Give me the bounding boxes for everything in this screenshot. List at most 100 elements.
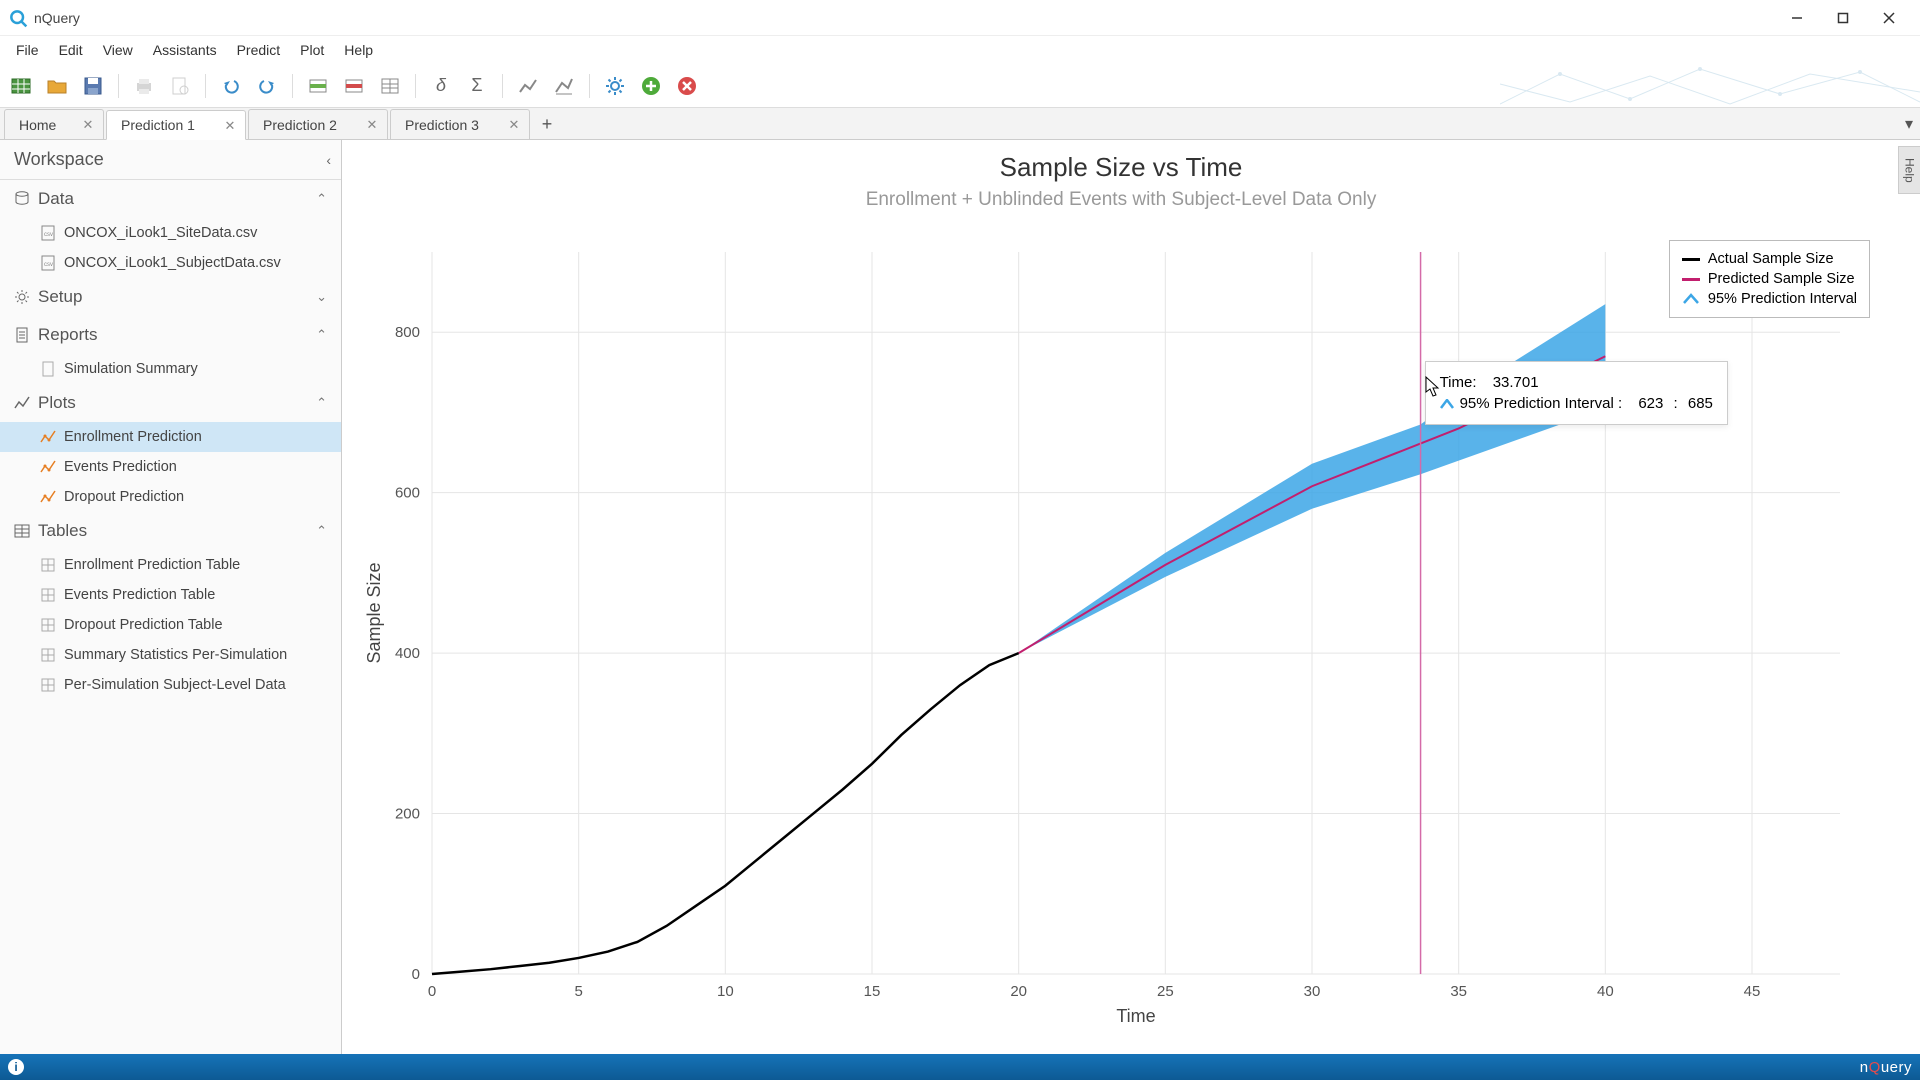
close-icon[interactable]: ✕ bbox=[365, 118, 379, 132]
svg-text:5: 5 bbox=[574, 983, 582, 1000]
item-label: Enrollment Prediction Table bbox=[64, 557, 240, 573]
chevron-down-icon: ⌄ bbox=[316, 289, 327, 305]
delete-row-button[interactable] bbox=[339, 71, 369, 101]
svg-text:15: 15 bbox=[864, 983, 881, 1000]
grid-icon bbox=[40, 557, 56, 573]
tab-prediction-1[interactable]: Prediction 1✕ bbox=[106, 110, 246, 140]
csv-file-icon: csv bbox=[40, 225, 56, 241]
menu-plot[interactable]: Plot bbox=[290, 38, 334, 62]
svg-text:10: 10 bbox=[717, 983, 734, 1000]
menu-bar: File Edit View Assistants Predict Plot H… bbox=[0, 36, 1920, 64]
insert-row-button[interactable] bbox=[303, 71, 333, 101]
section-label: Tables bbox=[38, 521, 87, 541]
maximize-button[interactable] bbox=[1820, 0, 1866, 36]
plot-button-1[interactable] bbox=[513, 71, 543, 101]
info-icon[interactable]: i bbox=[8, 1059, 24, 1075]
menu-file[interactable]: File bbox=[6, 38, 49, 62]
menu-assistants[interactable]: Assistants bbox=[143, 38, 227, 62]
tab-prediction-3[interactable]: Prediction 3✕ bbox=[390, 109, 530, 139]
menu-edit[interactable]: Edit bbox=[49, 38, 93, 62]
page-icon bbox=[40, 361, 56, 377]
stddev-button[interactable]: δ bbox=[426, 71, 456, 101]
svg-text:Sample Size: Sample Size bbox=[364, 562, 384, 663]
toolbar-decoration bbox=[1500, 64, 1920, 108]
section-plots[interactable]: Plots ⌃ bbox=[0, 384, 341, 422]
grid-icon bbox=[40, 647, 56, 663]
section-tables[interactable]: Tables ⌃ bbox=[0, 512, 341, 550]
svg-text:200: 200 bbox=[395, 806, 420, 823]
redo-button[interactable] bbox=[252, 71, 282, 101]
plot-item-events[interactable]: Events Prediction bbox=[0, 452, 341, 482]
svg-text:csv: csv bbox=[44, 232, 53, 238]
chevron-up-icon: ⌃ bbox=[316, 395, 327, 411]
help-side-tab[interactable]: Help bbox=[1898, 146, 1920, 194]
data-file-item[interactable]: csvONCOX_iLook1_SiteData.csv bbox=[0, 218, 341, 248]
add-tab-button[interactable]: + bbox=[532, 109, 562, 139]
remove-button[interactable] bbox=[672, 71, 702, 101]
item-label: Dropout Prediction bbox=[64, 489, 184, 505]
sum-button[interactable]: Σ bbox=[462, 71, 492, 101]
workspace-title: Workspace bbox=[14, 149, 104, 170]
chevron-up-icon: ⌃ bbox=[316, 191, 327, 207]
menu-predict[interactable]: Predict bbox=[227, 38, 291, 62]
chart-tooltip: Time: 33.701 95% Prediction Interval : 6… bbox=[1425, 361, 1728, 425]
plot-item-enrollment[interactable]: Enrollment Prediction bbox=[0, 422, 341, 452]
plot-icon bbox=[40, 459, 56, 475]
plot-item-dropout[interactable]: Dropout Prediction bbox=[0, 482, 341, 512]
menu-help[interactable]: Help bbox=[334, 38, 383, 62]
section-label: Reports bbox=[38, 325, 98, 345]
close-icon[interactable]: ✕ bbox=[507, 118, 521, 132]
item-label: Enrollment Prediction bbox=[64, 429, 202, 445]
plot-button-2[interactable] bbox=[549, 71, 579, 101]
table-item[interactable]: Dropout Prediction Table bbox=[0, 610, 341, 640]
table-item[interactable]: Enrollment Prediction Table bbox=[0, 550, 341, 580]
close-icon[interactable]: ✕ bbox=[223, 119, 237, 133]
svg-text:600: 600 bbox=[395, 485, 420, 502]
chevron-up-icon: ⌃ bbox=[316, 327, 327, 343]
chart-icon bbox=[14, 395, 30, 411]
tooltip-value: 685 bbox=[1688, 395, 1713, 412]
item-label: Dropout Prediction Table bbox=[64, 617, 223, 633]
close-icon[interactable]: ✕ bbox=[81, 118, 95, 132]
toolbar: δ Σ bbox=[0, 64, 1920, 108]
table-item[interactable]: Per-Simulation Subject-Level Data bbox=[0, 670, 341, 700]
workspace-sidebar: Workspace ‹ Data ⌃ csvONCOX_iLook1_SiteD… bbox=[0, 140, 342, 1054]
section-data[interactable]: Data ⌃ bbox=[0, 180, 341, 218]
menu-view[interactable]: View bbox=[93, 38, 143, 62]
plot-icon bbox=[40, 429, 56, 445]
section-reports[interactable]: Reports ⌃ bbox=[0, 316, 341, 354]
settings-button[interactable] bbox=[600, 71, 630, 101]
print-preview-button[interactable] bbox=[165, 71, 195, 101]
minimize-button[interactable] bbox=[1774, 0, 1820, 36]
database-icon bbox=[14, 191, 30, 207]
print-button[interactable] bbox=[129, 71, 159, 101]
table-item[interactable]: Events Prediction Table bbox=[0, 580, 341, 610]
tab-label: Prediction 2 bbox=[263, 117, 337, 133]
tooltip-value: 33.701 bbox=[1493, 374, 1539, 391]
table-button[interactable] bbox=[375, 71, 405, 101]
tab-label: Home bbox=[19, 117, 56, 133]
collapse-sidebar-button[interactable]: ‹ bbox=[326, 152, 331, 168]
section-label: Plots bbox=[38, 393, 76, 413]
report-item[interactable]: Simulation Summary bbox=[0, 354, 341, 384]
svg-text:45: 45 bbox=[1744, 983, 1761, 1000]
table-item[interactable]: Summary Statistics Per-Simulation bbox=[0, 640, 341, 670]
tooltip-label: 95% Prediction Interval : bbox=[1460, 395, 1623, 412]
add-button[interactable] bbox=[636, 71, 666, 101]
tab-home[interactable]: Home ✕ bbox=[4, 109, 104, 139]
tab-overflow-button[interactable]: ▾ bbox=[1898, 109, 1920, 139]
grid-icon bbox=[40, 677, 56, 693]
section-label: Data bbox=[38, 189, 74, 209]
close-window-button[interactable] bbox=[1866, 0, 1912, 36]
new-table-button[interactable] bbox=[6, 71, 36, 101]
data-file-item[interactable]: csvONCOX_iLook1_SubjectData.csv bbox=[0, 248, 341, 278]
save-button[interactable] bbox=[78, 71, 108, 101]
section-setup[interactable]: Setup ⌄ bbox=[0, 278, 341, 316]
undo-button[interactable] bbox=[216, 71, 246, 101]
legend-label: Actual Sample Size bbox=[1708, 251, 1834, 267]
item-label: Simulation Summary bbox=[64, 361, 198, 377]
tab-prediction-2[interactable]: Prediction 2 ✕ bbox=[248, 109, 388, 139]
interval-swatch-icon bbox=[1682, 293, 1700, 305]
legend-label: Predicted Sample Size bbox=[1708, 271, 1855, 287]
open-button[interactable] bbox=[42, 71, 72, 101]
